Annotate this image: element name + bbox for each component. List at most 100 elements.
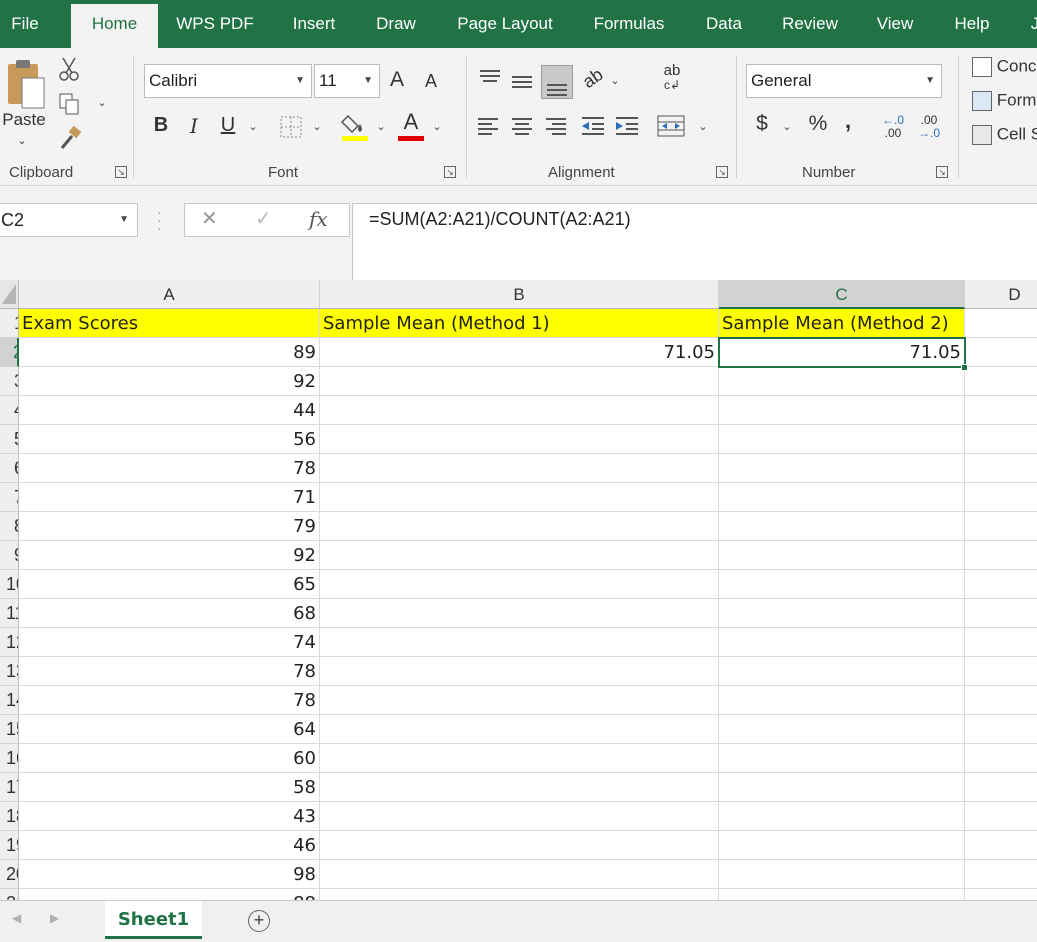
row-header[interactable]: 12 — [0, 628, 19, 657]
formula-input[interactable]: =SUM(A2:A21)/COUNT(A2:A21) — [352, 203, 1037, 281]
fill-color-button[interactable] — [340, 110, 370, 142]
cell-b5[interactable] — [320, 425, 719, 454]
borders-button[interactable] — [278, 114, 304, 140]
cell-b15[interactable] — [320, 715, 719, 744]
alignment-launcher-icon[interactable]: ↘ — [716, 166, 728, 178]
table-row[interactable]: 74 — [19, 628, 320, 657]
shrink-font-button[interactable]: A — [420, 71, 442, 92]
tab-page-layout[interactable]: Page Layout — [446, 4, 564, 48]
insert-function-icon[interactable]: fx — [309, 207, 328, 231]
cell-b8[interactable] — [320, 512, 719, 541]
align-center-icon[interactable] — [512, 118, 532, 138]
cell-c17[interactable] — [719, 773, 965, 802]
tab-review[interactable]: Review — [772, 4, 848, 48]
table-row[interactable]: 79 — [19, 512, 320, 541]
cell-d20[interactable] — [965, 860, 1037, 889]
cell-b16[interactable] — [320, 744, 719, 773]
row-header[interactable]: 19 — [0, 831, 19, 860]
cell-b3[interactable] — [320, 367, 719, 396]
cell-b9[interactable] — [320, 541, 719, 570]
cell-b14[interactable] — [320, 686, 719, 715]
cut-button[interactable] — [58, 56, 80, 82]
enter-icon[interactable]: ✓ — [255, 206, 272, 231]
table-row[interactable]: 64 — [19, 715, 320, 744]
cell-c10[interactable] — [719, 570, 965, 599]
cell-c5[interactable] — [719, 425, 965, 454]
fill-handle[interactable] — [961, 364, 968, 371]
cell-c8[interactable] — [719, 512, 965, 541]
percent-button[interactable]: % — [806, 112, 830, 136]
number-format-select[interactable]: General ▼ — [746, 64, 942, 98]
cell-b2[interactable]: 71.05 — [320, 338, 719, 367]
grow-font-button[interactable]: A — [386, 68, 408, 92]
row-header[interactable]: 6 — [0, 454, 19, 483]
cell-a2[interactable]: 89 — [19, 338, 320, 367]
decrease-indent-button[interactable] — [580, 114, 606, 138]
cell-d1[interactable] — [965, 309, 1037, 338]
bold-button[interactable]: B — [150, 114, 172, 137]
cell-b7[interactable] — [320, 483, 719, 512]
align-right-icon[interactable] — [546, 118, 566, 138]
cell-b21[interactable] — [320, 889, 719, 900]
row-header[interactable]: 14 — [0, 686, 19, 715]
cell-d17[interactable] — [965, 773, 1037, 802]
table-row[interactable]: 78 — [19, 686, 320, 715]
format-painter-button[interactable] — [58, 125, 84, 150]
orientation-dropdown-icon[interactable]: ⌄ — [608, 74, 622, 87]
row-header[interactable]: 16 — [0, 744, 19, 773]
table-row[interactable]: 60 — [19, 744, 320, 773]
table-row[interactable]: 92 — [19, 541, 320, 570]
cell-d7[interactable] — [965, 483, 1037, 512]
cancel-icon[interactable]: ✕ — [201, 206, 218, 231]
tab-view[interactable]: View — [866, 4, 924, 48]
row-header[interactable]: 8 — [0, 512, 19, 541]
tab-help[interactable]: Help — [942, 4, 1002, 48]
cell-d4[interactable] — [965, 396, 1037, 425]
currency-button[interactable]: $ — [752, 112, 772, 136]
copy-dropdown-icon[interactable]: ⌄ — [94, 96, 110, 109]
table-row[interactable]: 78 — [19, 657, 320, 686]
italic-button[interactable]: I — [184, 114, 204, 138]
row-header[interactable]: 3 — [0, 367, 19, 396]
row-header[interactable]: 9 — [0, 541, 19, 570]
cell-b13[interactable] — [320, 657, 719, 686]
cell-b4[interactable] — [320, 396, 719, 425]
cell-d18[interactable] — [965, 802, 1037, 831]
column-header-c[interactable]: C — [719, 280, 965, 309]
cell-c11[interactable] — [719, 599, 965, 628]
align-bottom-button[interactable] — [541, 65, 573, 99]
cell-c18[interactable] — [719, 802, 965, 831]
comma-style-button[interactable]: , — [842, 108, 854, 134]
cell-b17[interactable] — [320, 773, 719, 802]
tab-formulas[interactable]: Formulas — [583, 4, 675, 48]
row-header[interactable]: 13 — [0, 657, 19, 686]
row-header[interactable]: 20 — [0, 860, 19, 889]
table-row[interactable]: 71 — [19, 483, 320, 512]
tab-wps-pdf[interactable]: WPS PDF — [165, 4, 265, 48]
format-as-table-button[interactable]: Form — [972, 90, 1037, 114]
underline-button[interactable]: U — [216, 114, 240, 137]
table-row[interactable]: 44 — [19, 396, 320, 425]
tab-truncated[interactable]: J — [1020, 4, 1037, 48]
font-name-select[interactable]: Calibri ▼ — [144, 64, 312, 98]
cell-d2[interactable] — [965, 338, 1037, 367]
merge-dropdown-icon[interactable]: ⌄ — [696, 120, 710, 133]
decrease-decimal-button[interactable]: .00 →.0 — [914, 114, 944, 140]
cell-b6[interactable] — [320, 454, 719, 483]
clipboard-launcher-icon[interactable]: ↘ — [115, 166, 127, 178]
add-sheet-button[interactable]: + — [248, 910, 270, 932]
conditional-formatting-button[interactable]: Conc — [972, 56, 1037, 80]
table-row[interactable]: 92 — [19, 367, 320, 396]
fill-color-dropdown-icon[interactable]: ⌄ — [374, 120, 388, 133]
row-header[interactable]: 21 — [0, 889, 19, 900]
cell-a1[interactable]: Exam Scores — [19, 309, 320, 338]
cell-c3[interactable] — [719, 367, 965, 396]
tab-draw[interactable]: Draw — [366, 4, 426, 48]
tab-insert[interactable]: Insert — [280, 4, 348, 48]
align-middle-icon[interactable] — [512, 76, 532, 91]
row-header[interactable]: 18 — [0, 802, 19, 831]
row-header[interactable]: 17 — [0, 773, 19, 802]
row-header[interactable]: 4 — [0, 396, 19, 425]
row-header[interactable]: 5 — [0, 425, 19, 454]
table-row[interactable]: 46 — [19, 831, 320, 860]
